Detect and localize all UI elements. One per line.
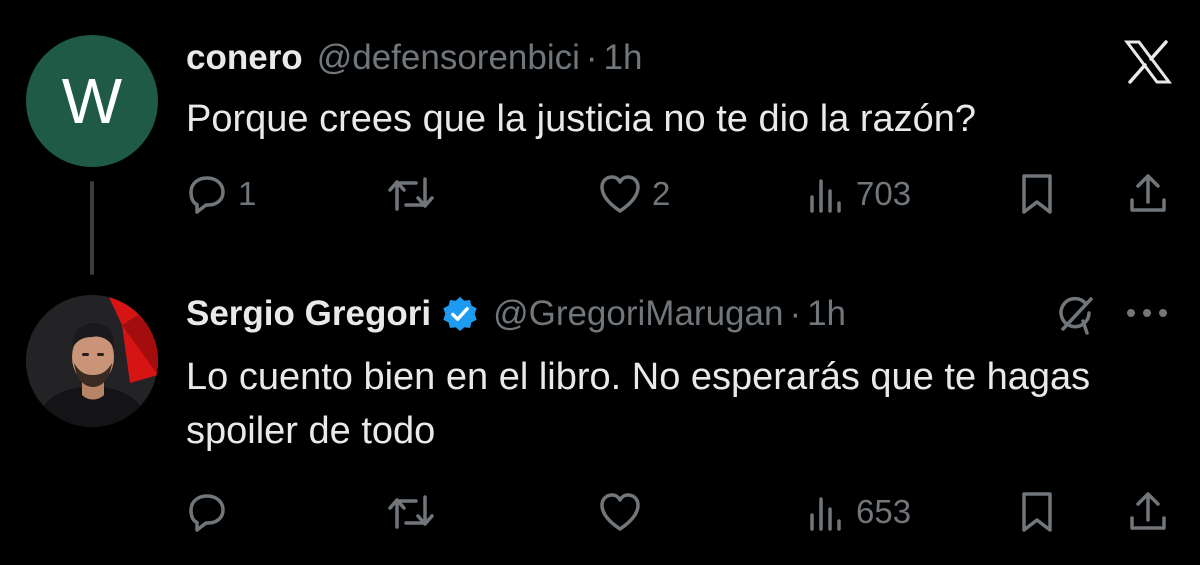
views-button[interactable]: 653 [806, 484, 911, 540]
bookmark-button[interactable] [1018, 484, 1056, 540]
timestamp[interactable]: 1h [604, 38, 643, 78]
like-button[interactable]: 2 [598, 166, 670, 222]
tweet-1[interactable]: W conero @defensorenbici · 1h Porque cre… [0, 0, 1200, 280]
avatar[interactable]: W [26, 35, 158, 167]
view-count: 703 [856, 175, 912, 212]
retweet-icon [388, 177, 434, 211]
bookmark-button[interactable] [1018, 166, 1056, 222]
action-bar: 1 2 703 [0, 166, 1200, 226]
retweet-button[interactable] [386, 484, 436, 540]
x-logo-icon [1124, 40, 1172, 84]
share-button[interactable] [1126, 484, 1170, 540]
more-options-icon[interactable] [1124, 306, 1170, 320]
display-name[interactable]: conero [186, 38, 303, 78]
like-count: 2 [652, 175, 671, 212]
reply-icon [189, 176, 225, 214]
retweet-button[interactable] [386, 166, 436, 222]
bookmark-icon [1022, 174, 1052, 214]
tweet-text: Porque crees que la justicia no te dio l… [186, 98, 977, 140]
like-button[interactable] [598, 484, 652, 540]
tweet-text: Lo cuento bien en el libro. No esperarás… [186, 356, 1091, 452]
user-handle[interactable]: @defensorenbici [317, 38, 580, 78]
share-icon [1130, 174, 1166, 212]
views-button[interactable]: 703 [806, 166, 911, 222]
tweet-header: conero @defensorenbici · 1h [186, 38, 642, 78]
reply-icon [189, 494, 225, 532]
verified-badge-icon [443, 296, 477, 332]
bookmark-icon [1022, 492, 1052, 532]
reply-button[interactable]: 1 [186, 166, 256, 222]
display-name[interactable]: Sergio Gregori [186, 294, 431, 334]
reply-count: 1 [238, 175, 257, 212]
reply-button[interactable] [186, 484, 238, 540]
tweet-header: Sergio Gregori @GregoriMarugan · 1h [186, 294, 846, 334]
timestamp[interactable]: 1h [807, 294, 846, 334]
separator-dot: · [789, 294, 802, 333]
profile-photo-icon [26, 295, 158, 427]
separator-dot: · [585, 38, 598, 77]
share-button[interactable] [1126, 166, 1170, 222]
grok-icon[interactable] [1053, 293, 1097, 337]
heart-icon [600, 175, 640, 213]
tweet-2[interactable]: Sergio Gregori @GregoriMarugan · 1h Lo c… [0, 280, 1200, 565]
views-chart-icon [810, 179, 841, 213]
view-count: 653 [856, 493, 912, 530]
avatar[interactable] [26, 295, 158, 427]
user-handle[interactable]: @GregoriMarugan [493, 294, 783, 334]
views-chart-icon [810, 497, 841, 531]
retweet-icon [388, 495, 434, 529]
heart-icon [600, 493, 640, 531]
avatar-letter: W [61, 65, 123, 137]
share-icon [1130, 492, 1166, 530]
action-bar: 653 [0, 484, 1200, 544]
